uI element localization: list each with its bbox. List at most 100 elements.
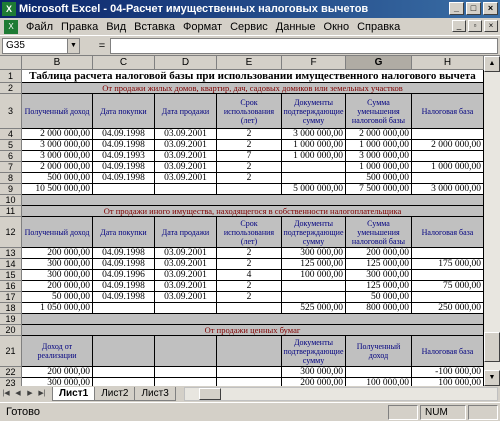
cell[interactable]: 03.09.2001: [155, 173, 217, 184]
cell[interactable]: Сумма уменьшения налоговой базы: [346, 217, 412, 248]
column-header[interactable]: E: [217, 56, 282, 70]
cell[interactable]: [155, 378, 217, 386]
cell[interactable]: [412, 248, 484, 259]
row-header[interactable]: 17: [0, 292, 22, 303]
cell[interactable]: 2: [217, 140, 282, 151]
cell[interactable]: 300 000,00: [22, 378, 93, 386]
cell[interactable]: 200 000,00: [22, 367, 93, 378]
doc-restore-button[interactable]: ▫: [468, 20, 482, 32]
prev-sheet-icon[interactable]: ◀: [12, 388, 24, 400]
cell[interactable]: 2: [217, 292, 282, 303]
cell[interactable]: Дата покупки: [93, 217, 155, 248]
cell[interactable]: 10 500 000,00: [22, 184, 93, 195]
cell[interactable]: 03.09.2001: [155, 259, 217, 270]
cell[interactable]: 7: [217, 151, 282, 162]
cell[interactable]: 04.09.1998: [93, 292, 155, 303]
cell[interactable]: 1 000 000,00: [282, 151, 346, 162]
cell[interactable]: [217, 378, 282, 386]
row-header[interactable]: 9: [0, 184, 22, 195]
cell[interactable]: 1 000 000,00: [346, 162, 412, 173]
cell[interactable]: [412, 129, 484, 140]
cell[interactable]: 100 000,00: [282, 270, 346, 281]
menu-edit[interactable]: Правка: [57, 21, 102, 33]
cell[interactable]: 3 000 000,00: [346, 151, 412, 162]
cell[interactable]: 200 000,00: [282, 378, 346, 386]
cell[interactable]: 3 000 000,00: [412, 184, 484, 195]
cell[interactable]: 300 000,00: [22, 270, 93, 281]
cell[interactable]: 75 000,00: [412, 281, 484, 292]
row-header[interactable]: 7: [0, 162, 22, 173]
cell[interactable]: [217, 367, 282, 378]
cell[interactable]: 03.09.2001: [155, 292, 217, 303]
cell[interactable]: 50 000,00: [22, 292, 93, 303]
minimize-button[interactable]: _: [449, 2, 464, 15]
cell[interactable]: [282, 162, 346, 173]
cell[interactable]: Полученный доход: [346, 336, 412, 367]
cell[interactable]: Полученный доход: [22, 94, 93, 129]
cell[interactable]: 125 000,00: [346, 281, 412, 292]
cell[interactable]: 03.09.2001: [155, 162, 217, 173]
cell[interactable]: [282, 173, 346, 184]
cell[interactable]: 04.09.1996: [93, 270, 155, 281]
cell[interactable]: 04.09.1998: [93, 248, 155, 259]
row-header[interactable]: 18: [0, 303, 22, 314]
chevron-down-icon[interactable]: ▼: [67, 38, 79, 53]
cell[interactable]: 2 000 000,00: [346, 129, 412, 140]
cell[interactable]: Документы подтверждающие сумму: [282, 94, 346, 129]
menu-view[interactable]: Вид: [102, 21, 130, 33]
cell[interactable]: [155, 303, 217, 314]
cell[interactable]: Налоговая база: [412, 336, 484, 367]
cell[interactable]: 300 000,00: [282, 248, 346, 259]
cell[interactable]: 03.09.2001: [155, 129, 217, 140]
row-header[interactable]: 10: [0, 195, 22, 206]
cell[interactable]: [93, 367, 155, 378]
cell[interactable]: [412, 270, 484, 281]
row-header[interactable]: 4: [0, 129, 22, 140]
cell[interactable]: [217, 303, 282, 314]
cell[interactable]: 04.09.1998: [93, 173, 155, 184]
row-header[interactable]: 15: [0, 270, 22, 281]
cell[interactable]: 300 000,00: [282, 367, 346, 378]
doc-close-button[interactable]: ×: [484, 20, 498, 32]
first-sheet-icon[interactable]: |◀: [0, 388, 12, 400]
cell[interactable]: [217, 184, 282, 195]
cell[interactable]: [282, 281, 346, 292]
cell[interactable]: 125 000,00: [282, 259, 346, 270]
cell[interactable]: 250 000,00: [412, 303, 484, 314]
cell[interactable]: 1 000 000,00: [412, 162, 484, 173]
cell[interactable]: Дата продажи: [155, 94, 217, 129]
scroll-down-icon[interactable]: ▼: [484, 370, 500, 386]
cell[interactable]: 03.09.2001: [155, 140, 217, 151]
horizontal-scrollbar[interactable]: [183, 387, 498, 401]
cell[interactable]: 03.09.2001: [155, 151, 217, 162]
cell[interactable]: [93, 336, 155, 367]
cell[interactable]: 04.09.1998: [93, 140, 155, 151]
cell[interactable]: 300 000,00: [346, 270, 412, 281]
cell[interactable]: 3 000 000,00: [22, 140, 93, 151]
cell[interactable]: 04.09.1998: [93, 162, 155, 173]
cell[interactable]: 500 000,00: [346, 173, 412, 184]
formula-input[interactable]: [110, 37, 498, 54]
scroll-thumb[interactable]: [484, 332, 500, 362]
tab-sheet2[interactable]: Лист2: [94, 387, 136, 401]
name-box[interactable]: G35 ▼: [2, 37, 80, 54]
cell[interactable]: [155, 184, 217, 195]
cell[interactable]: [412, 292, 484, 303]
scroll-up-icon[interactable]: ▲: [484, 56, 500, 72]
select-all-corner[interactable]: [0, 56, 22, 70]
cell[interactable]: 200 000,00: [346, 248, 412, 259]
cell[interactable]: Дата продажи: [155, 217, 217, 248]
row-header[interactable]: 3: [0, 94, 22, 129]
cell[interactable]: [346, 367, 412, 378]
row-header[interactable]: 23: [0, 378, 22, 386]
cell[interactable]: [155, 336, 217, 367]
row-header[interactable]: 11: [0, 206, 22, 217]
row-header[interactable]: 6: [0, 151, 22, 162]
cell[interactable]: 03.09.2001: [155, 270, 217, 281]
cell[interactable]: [93, 184, 155, 195]
cell[interactable]: Дата покупки: [93, 94, 155, 129]
cell[interactable]: 3 000 000,00: [282, 129, 346, 140]
cell[interactable]: 800 000,00: [346, 303, 412, 314]
cell[interactable]: [412, 173, 484, 184]
cell[interactable]: 100 000,00: [346, 378, 412, 386]
